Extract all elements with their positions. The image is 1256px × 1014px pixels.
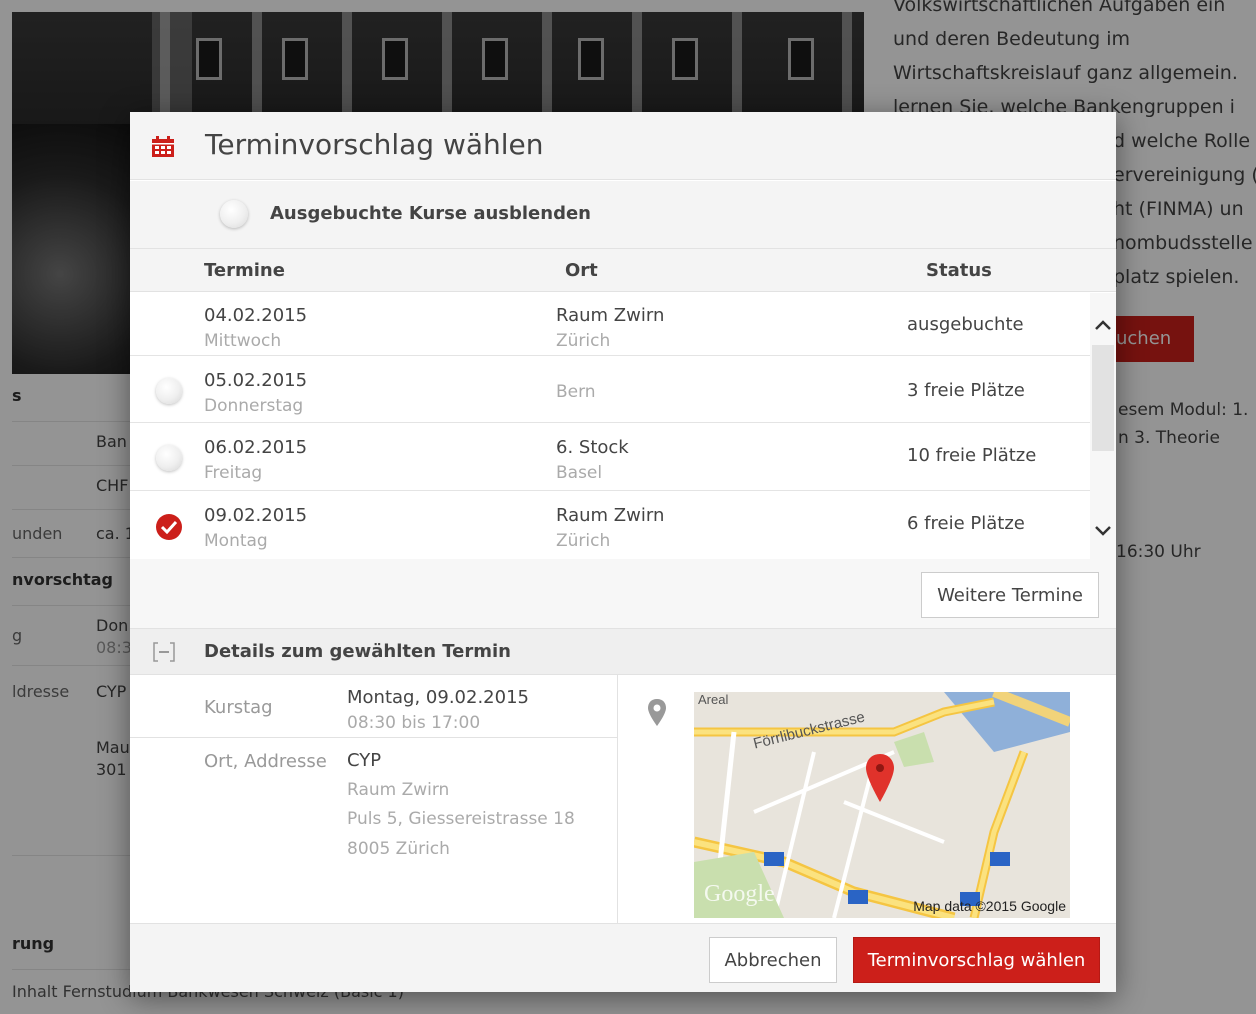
google-logo: Google (704, 881, 775, 907)
appointment-list[interactable]: 04.02.2015 Mittwoch Raum Zwirn Zürich au… (130, 293, 1090, 559)
details-row-kurstag: Kurstag Montag, 09.02.2015 08:30 bis 17:… (130, 675, 618, 738)
column-ort: Ort (565, 260, 598, 281)
map-area-label: Areal (698, 692, 729, 707)
cancel-button[interactable]: Abbrechen (709, 937, 837, 983)
table-row[interactable]: 05.02.2015 Donnerstag Bern 3 freie Plätz… (130, 356, 1090, 423)
more-appointments-button[interactable]: Weitere Termine (921, 572, 1099, 618)
hide-booked-label[interactable]: Ausgebuchte Kurse ausblenden (270, 203, 591, 224)
row-radio-selected[interactable] (156, 514, 182, 540)
check-icon (161, 520, 177, 534)
dialog-header: Terminvorschlag wählen (130, 112, 1116, 180)
status-text: 6 freie Plätze (907, 513, 1025, 534)
chevron-up-icon[interactable] (1094, 317, 1112, 335)
dialog-footer: Abbrechen Terminvorschlag wählen (130, 923, 1116, 992)
details-info: Kurstag Montag, 09.02.2015 08:30 bis 17:… (130, 675, 618, 923)
table-row[interactable]: 09.02.2015 Montag Raum Zwirn Zürich 6 fr… (130, 491, 1090, 559)
status-text: 10 freie Plätze (907, 445, 1037, 466)
table-header: Termine Ort Status (130, 249, 1116, 292)
chevron-down-icon[interactable] (1094, 521, 1112, 539)
location-pin-icon (648, 699, 666, 726)
appointment-details: Kurstag Montag, 09.02.2015 08:30 bis 17:… (130, 675, 1116, 923)
row-radio[interactable] (156, 445, 182, 471)
row-radio[interactable] (156, 378, 182, 404)
collapse-icon[interactable] (152, 641, 176, 663)
status-text: 3 freie Plätze (907, 380, 1025, 401)
column-termine: Termine (204, 260, 285, 281)
table-row: 04.02.2015 Mittwoch Raum Zwirn Zürich au… (130, 293, 1090, 356)
scrollbar-thumb[interactable] (1092, 345, 1114, 451)
filter-bar: Ausgebuchte Kurse ausblenden (130, 181, 1116, 249)
details-title: Details zum gewählten Termin (204, 641, 511, 662)
map-credit: Map data ©2015 Google (913, 898, 1066, 914)
dialog-title: Terminvorschlag wählen (205, 128, 544, 161)
confirm-appointment-button[interactable]: Terminvorschlag wählen (853, 937, 1100, 983)
more-appointments-area: Weitere Termine (130, 559, 1116, 629)
appointment-dialog: Terminvorschlag wählen Ausgebuchte Kurse… (130, 112, 1116, 992)
location-map[interactable]: Areal Förrlibuckstrasse Google Map data … (694, 692, 1070, 918)
calendar-icon (152, 136, 174, 157)
table-row[interactable]: 06.02.2015 Freitag 6. Stock Basel 10 fre… (130, 423, 1090, 491)
details-header[interactable]: Details zum gewählten Termin (130, 629, 1116, 675)
list-scrollbar[interactable] (1090, 293, 1116, 559)
status-text: ausgebuchte (907, 314, 1024, 335)
hide-booked-toggle[interactable] (220, 200, 248, 228)
column-status: Status (926, 260, 992, 281)
